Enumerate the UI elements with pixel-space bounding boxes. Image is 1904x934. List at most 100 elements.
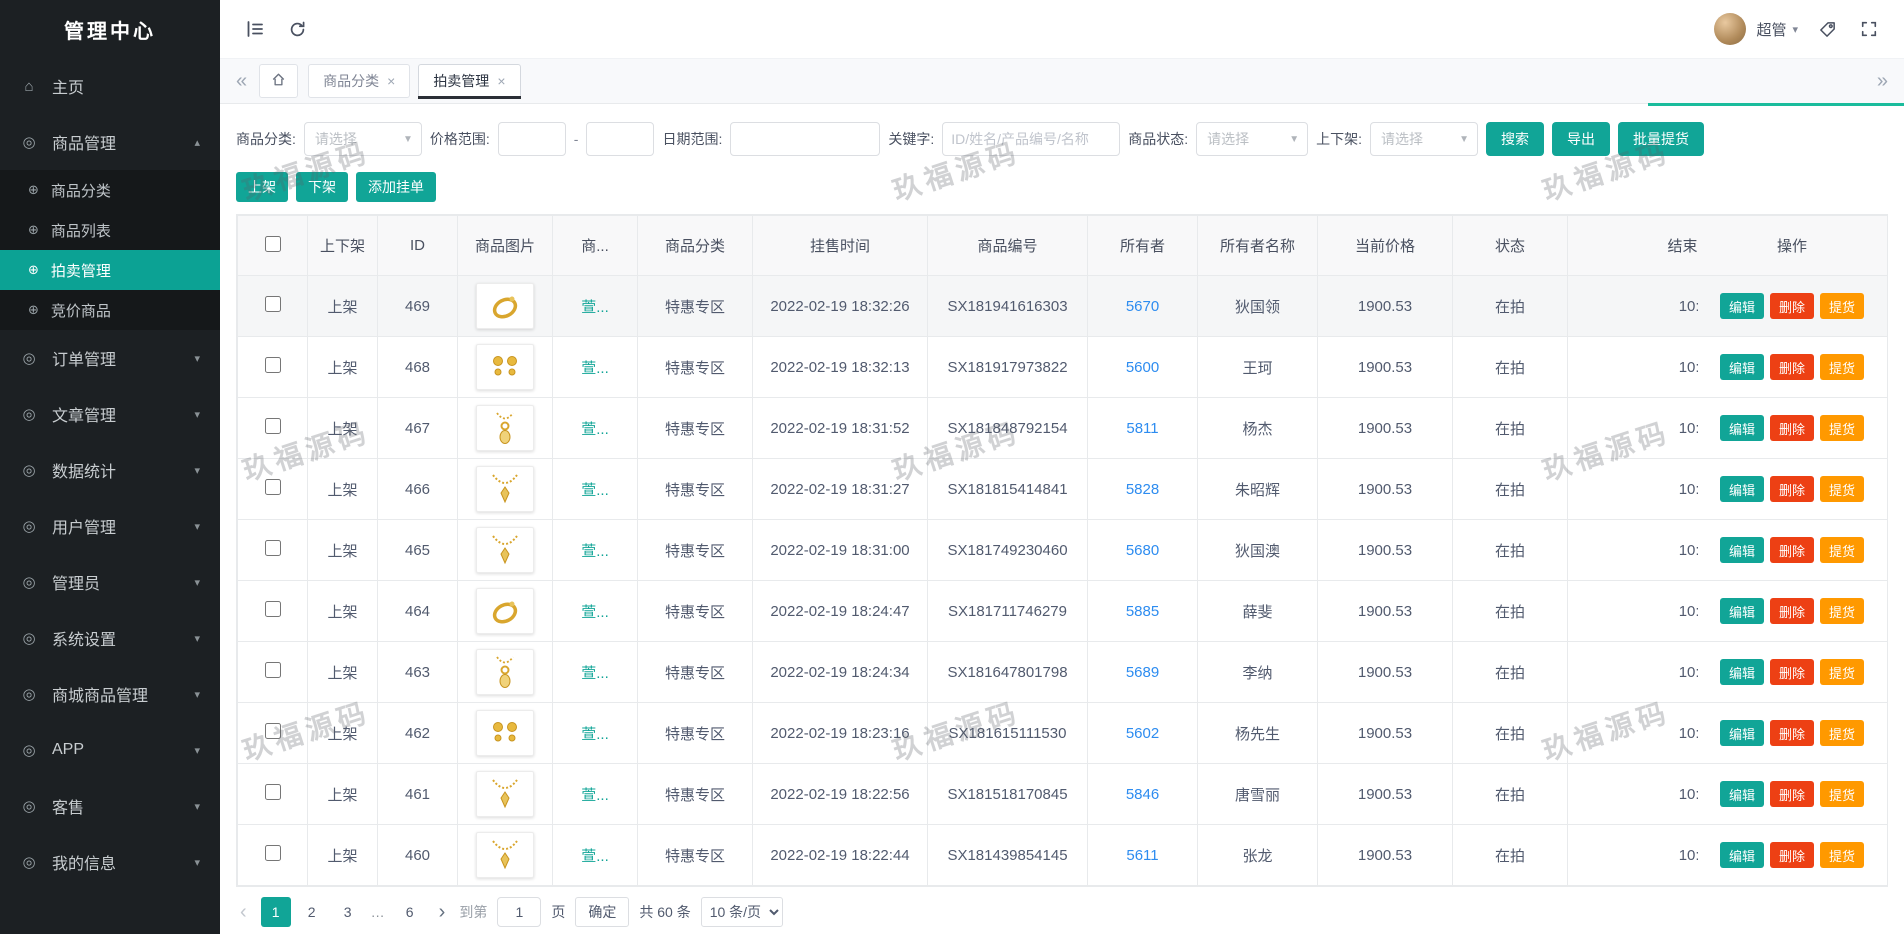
product-name-link[interactable]: 萱... xyxy=(581,360,609,377)
edit-button[interactable]: 编辑 xyxy=(1720,659,1764,685)
status-select[interactable]: 请选择 ▼ xyxy=(1196,122,1308,156)
row-checkbox[interactable] xyxy=(265,662,281,678)
owner-id-link[interactable]: 5846 xyxy=(1126,786,1159,803)
row-checkbox[interactable] xyxy=(265,357,281,373)
product-image[interactable] xyxy=(476,588,534,634)
owner-id-link[interactable]: 5828 xyxy=(1126,481,1159,498)
owner-id-link[interactable]: 5611 xyxy=(1126,847,1158,864)
product-image[interactable] xyxy=(476,649,534,695)
sidebar-item-5[interactable]: ◎用户管理▾ xyxy=(0,498,220,554)
confirm-button[interactable]: 确定 xyxy=(575,897,629,927)
owner-id-link[interactable]: 5811 xyxy=(1126,420,1158,437)
user-name[interactable]: 超管 xyxy=(1756,19,1786,40)
tab-home[interactable] xyxy=(259,64,298,98)
close-icon[interactable]: × xyxy=(497,73,505,89)
price-min-input[interactable] xyxy=(498,122,566,156)
keyword-input[interactable] xyxy=(942,122,1120,156)
delete-button[interactable]: 删除 xyxy=(1770,415,1814,441)
sidebar-item-8[interactable]: ◎商城商品管理▾ xyxy=(0,666,220,722)
product-name-link[interactable]: 萱... xyxy=(581,665,609,682)
edit-button[interactable]: 编辑 xyxy=(1720,781,1764,807)
delete-button[interactable]: 删除 xyxy=(1770,476,1814,502)
product-name-link[interactable]: 萱... xyxy=(581,787,609,804)
export-button[interactable]: 导出 xyxy=(1552,122,1610,156)
select-all-checkbox[interactable] xyxy=(265,236,281,252)
product-name-link[interactable]: 萱... xyxy=(581,848,609,865)
product-image[interactable] xyxy=(476,466,534,512)
owner-id-link[interactable]: 5680 xyxy=(1126,542,1159,559)
product-name-link[interactable]: 萱... xyxy=(581,726,609,743)
edit-button[interactable]: 编辑 xyxy=(1720,842,1764,868)
tag-icon[interactable] xyxy=(1814,16,1840,42)
product-image[interactable] xyxy=(476,344,534,390)
price-max-input[interactable] xyxy=(586,122,654,156)
product-name-link[interactable]: 萱... xyxy=(581,299,609,316)
delete-button[interactable]: 删除 xyxy=(1770,354,1814,380)
sidebar-subitem-1-0[interactable]: ⊕商品分类 xyxy=(0,170,220,210)
prev-page-icon[interactable]: ‹ xyxy=(236,901,251,924)
page-size-select[interactable]: 10 条/页 xyxy=(701,897,783,927)
sidebar-subitem-1-2[interactable]: ⊕拍卖管理 xyxy=(0,250,220,290)
delete-button[interactable]: 删除 xyxy=(1770,720,1814,746)
sidebar-item-9[interactable]: ◎APP▾ xyxy=(0,722,220,778)
edit-button[interactable]: 编辑 xyxy=(1720,537,1764,563)
pick-button[interactable]: 提货 xyxy=(1820,781,1864,807)
sidebar-item-3[interactable]: ◎文章管理▾ xyxy=(0,386,220,442)
delete-button[interactable]: 删除 xyxy=(1770,293,1814,319)
pick-button[interactable]: 提货 xyxy=(1820,598,1864,624)
pick-button[interactable]: 提货 xyxy=(1820,720,1864,746)
refresh-icon[interactable] xyxy=(284,16,310,42)
product-name-link[interactable]: 萱... xyxy=(581,482,609,499)
row-checkbox[interactable] xyxy=(265,296,281,312)
row-checkbox[interactable] xyxy=(265,845,281,861)
close-icon[interactable]: × xyxy=(387,73,395,89)
sidebar-item-4[interactable]: ◎数据统计▾ xyxy=(0,442,220,498)
product-image[interactable] xyxy=(476,771,534,817)
page-button-3[interactable]: 3 xyxy=(333,897,363,927)
off-shelf-button[interactable]: 下架 xyxy=(296,172,348,202)
fullscreen-icon[interactable] xyxy=(1856,16,1882,42)
product-name-link[interactable]: 萱... xyxy=(581,543,609,560)
owner-id-link[interactable]: 5602 xyxy=(1126,725,1159,742)
delete-button[interactable]: 删除 xyxy=(1770,659,1814,685)
owner-id-link[interactable]: 5670 xyxy=(1126,298,1159,315)
product-image[interactable] xyxy=(476,527,534,573)
sidebar-item-6[interactable]: ◎管理员▾ xyxy=(0,554,220,610)
edit-button[interactable]: 编辑 xyxy=(1720,598,1764,624)
product-name-link[interactable]: 萱... xyxy=(581,604,609,621)
owner-id-link[interactable]: 5600 xyxy=(1126,359,1159,376)
row-checkbox[interactable] xyxy=(265,601,281,617)
edit-button[interactable]: 编辑 xyxy=(1720,354,1764,380)
row-checkbox[interactable] xyxy=(265,540,281,556)
date-range-input[interactable] xyxy=(730,122,880,156)
pick-button[interactable]: 提货 xyxy=(1820,293,1864,319)
next-page-icon[interactable]: › xyxy=(435,901,450,924)
search-button[interactable]: 搜索 xyxy=(1486,122,1544,156)
product-image[interactable] xyxy=(476,832,534,878)
page-button-1[interactable]: 1 xyxy=(261,897,291,927)
delete-button[interactable]: 删除 xyxy=(1770,598,1814,624)
category-select[interactable]: 请选择 ▼ xyxy=(304,122,422,156)
collapse-menu-icon[interactable] xyxy=(242,16,268,42)
pick-button[interactable]: 提货 xyxy=(1820,659,1864,685)
product-name-link[interactable]: 萱... xyxy=(581,421,609,438)
sidebar-item-7[interactable]: ◎系统设置▾ xyxy=(0,610,220,666)
delete-button[interactable]: 删除 xyxy=(1770,842,1814,868)
add-listing-button[interactable]: 添加挂单 xyxy=(356,172,436,202)
edit-button[interactable]: 编辑 xyxy=(1720,720,1764,746)
delete-button[interactable]: 删除 xyxy=(1770,537,1814,563)
pick-button[interactable]: 提货 xyxy=(1820,537,1864,563)
edit-button[interactable]: 编辑 xyxy=(1720,415,1764,441)
edit-button[interactable]: 编辑 xyxy=(1720,476,1764,502)
owner-id-link[interactable]: 5885 xyxy=(1126,603,1159,620)
edit-button[interactable]: 编辑 xyxy=(1720,293,1764,319)
avatar[interactable] xyxy=(1714,13,1746,45)
sidebar-item-1[interactable]: ◎商品管理▴ xyxy=(0,114,220,170)
row-checkbox[interactable] xyxy=(265,784,281,800)
sidebar-subitem-1-1[interactable]: ⊕商品列表 xyxy=(0,210,220,250)
row-checkbox[interactable] xyxy=(265,479,281,495)
on-shelf-button[interactable]: 上架 xyxy=(236,172,288,202)
row-checkbox[interactable] xyxy=(265,723,281,739)
delete-button[interactable]: 删除 xyxy=(1770,781,1814,807)
owner-id-link[interactable]: 5689 xyxy=(1126,664,1159,681)
